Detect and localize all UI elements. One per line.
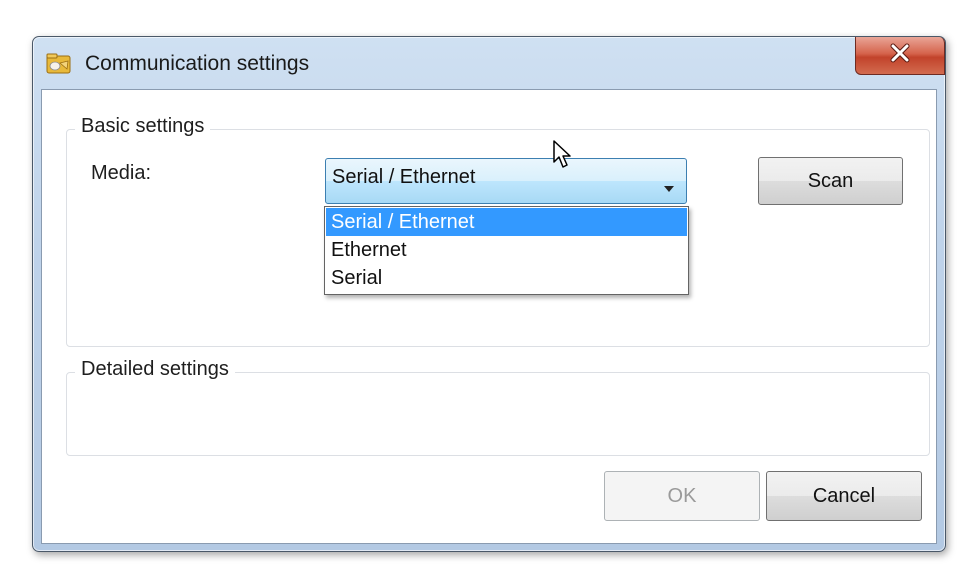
mouse-pointer-icon — [553, 140, 575, 175]
detailed-settings-group — [66, 372, 930, 456]
media-label: Media: — [91, 162, 152, 184]
dropdown-option[interactable]: Serial / Ethernet — [326, 208, 687, 236]
media-combobox-value: Serial / Ethernet — [332, 166, 476, 188]
app-folder-icon — [46, 51, 72, 75]
dialog-window: Communication settings Basic settings Me… — [32, 36, 946, 552]
ok-button[interactable]: OK — [604, 471, 760, 521]
scan-button[interactable]: Scan — [758, 157, 903, 205]
media-combobox[interactable]: Serial / Ethernet — [325, 158, 687, 204]
chevron-down-icon[interactable] — [664, 179, 674, 197]
title-bar[interactable]: Communication settings — [33, 37, 945, 89]
detailed-settings-label: Detailed settings — [75, 358, 235, 381]
dropdown-option[interactable]: Serial — [326, 264, 687, 292]
basic-settings-label: Basic settings — [75, 115, 211, 138]
cancel-button[interactable]: Cancel — [766, 471, 922, 521]
dialog-content: Basic settings Media: Serial / Ethernet … — [41, 89, 937, 544]
close-icon — [889, 43, 911, 68]
window-title: Communication settings — [85, 52, 310, 75]
media-dropdown-list: Serial / Ethernet Ethernet Serial — [324, 206, 689, 295]
dropdown-option[interactable]: Ethernet — [326, 236, 687, 264]
close-button[interactable] — [855, 37, 945, 75]
